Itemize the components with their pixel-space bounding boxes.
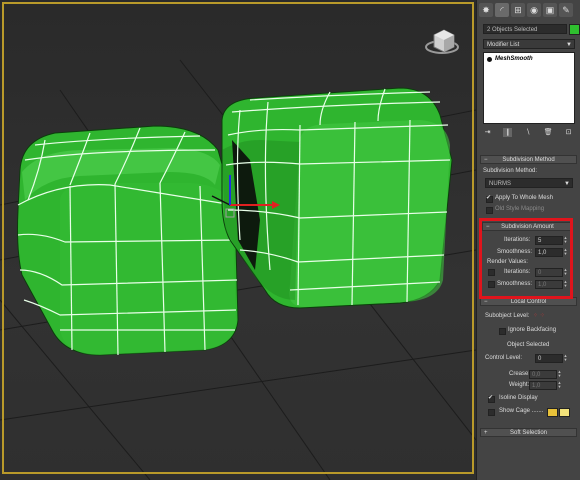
utilities-tab-icon[interactable]: ✎ <box>559 3 573 17</box>
control-level-value: 0 <box>538 356 542 362</box>
weight-spinner[interactable]: 1,0 ▲ ▼ <box>529 381 561 390</box>
rollout-subdivision-method[interactable]: − Subdivision Method <box>480 155 577 164</box>
stack-toolbar: ⇥ ❙ ∖ 🗑 ⊡ <box>483 127 573 137</box>
viewcube-icon[interactable] <box>425 29 459 54</box>
old-style-mapping-checkbox[interactable] <box>486 207 493 214</box>
show-cage-label: Show Cage ....... <box>499 408 544 414</box>
subobject-level-label: Subobject Level: <box>485 313 530 319</box>
rollout-title: Subdivision Method <box>502 157 555 163</box>
object-name-field[interactable]: 2 Objects Selected <box>483 24 567 34</box>
spinner-arrows-icon[interactable]: ▲ ▼ <box>557 381 562 390</box>
rollout-soft-selection[interactable]: + Soft Selection <box>480 428 577 437</box>
modifier-list-dropdown[interactable]: Modifier List ▼ <box>483 39 575 49</box>
spinner-arrows-icon[interactable]: ▲ ▼ <box>557 370 562 379</box>
viewport-scene <box>0 29 476 480</box>
remove-modifier-icon[interactable]: 🗑 <box>544 128 553 137</box>
perspective-viewport[interactable] <box>0 0 477 480</box>
lightbulb-icon[interactable] <box>487 56 492 62</box>
render-smoothness-label: Smoothness: <box>497 281 533 287</box>
subdivision-method-select[interactable]: NURMS ▼ <box>485 178 573 188</box>
subobject-level-buttons[interactable]: ⁘ ⁘ <box>533 312 545 319</box>
object-color-swatch[interactable] <box>569 24 580 35</box>
old-style-mapping-label: Old Style Mapping <box>495 206 545 212</box>
render-iterations-checkbox[interactable] <box>488 269 495 276</box>
smoothness-spinner[interactable]: 1,0 ▲ ▼ <box>535 248 567 257</box>
ignore-backfacing-checkbox[interactable] <box>499 328 506 335</box>
object-selected-status: Object Selected <box>507 342 550 348</box>
modifier-stack[interactable]: MeshSmooth <box>483 52 575 124</box>
render-smoothness-checkbox[interactable] <box>488 281 495 288</box>
show-cage-checkbox[interactable] <box>488 409 495 416</box>
crease-value: 0,0 <box>532 372 541 378</box>
modify-tab-icon[interactable]: ◜ <box>495 3 509 17</box>
ignore-backfacing-label: Ignore Backfacing <box>508 327 557 333</box>
spinner-arrows-icon[interactable]: ▲ ▼ <box>563 280 568 289</box>
weight-value: 1,0 <box>532 383 541 389</box>
weight-label: Weight: <box>509 382 530 388</box>
modifier-list-label: Modifier List <box>487 42 520 48</box>
command-panel-tabs: ✸ ◜ ⊞ ◉ ▣ ✎ <box>479 3 579 19</box>
subdivision-method-label: Subdivision Method: <box>483 168 538 174</box>
control-level-label: Control Level: <box>485 355 523 361</box>
rollout-subdivision-amount[interactable]: − Subdivision Amount <box>482 222 573 231</box>
crease-label: Crease: <box>509 371 531 377</box>
make-unique-icon[interactable]: ∖ <box>524 128 533 137</box>
cage-color-swatch-1[interactable] <box>547 408 558 417</box>
rollout-title: Local Control <box>510 299 547 305</box>
iterations-label: Iterations: <box>504 237 531 243</box>
isoline-display-checkbox[interactable] <box>488 394 495 403</box>
show-end-result-icon[interactable]: ❙ <box>503 127 513 137</box>
render-values-label: Render Values: <box>487 259 528 265</box>
render-smoothness-value: 1,0 <box>538 282 547 288</box>
chevron-down-icon: ▼ <box>564 181 570 187</box>
render-iterations-value: 0 <box>538 270 542 276</box>
spinner-arrows-icon[interactable]: ▲ ▼ <box>563 268 568 277</box>
command-panel: ✸ ◜ ⊞ ◉ ▣ ✎ 2 Objects Selected Modifier … <box>477 0 580 480</box>
stack-item-meshsmooth[interactable]: MeshSmooth <box>487 56 533 62</box>
smoothness-label: Smoothness: <box>497 249 533 255</box>
render-smoothness-spinner[interactable]: 1,0 ▲ ▼ <box>535 280 567 289</box>
apply-whole-mesh-label: Apply To Whole Mesh <box>495 195 553 201</box>
smoothness-value: 1,0 <box>538 250 547 256</box>
control-level-spinner[interactable]: 0 ▲ ▼ <box>535 354 567 363</box>
render-iterations-label: Iterations: <box>504 269 531 275</box>
motion-tab-icon[interactable]: ◉ <box>527 3 541 17</box>
right-smoothed-box[interactable] <box>221 87 453 309</box>
subdivision-method-value: NURMS <box>489 181 511 187</box>
crease-spinner[interactable]: 0,0 ▲ ▼ <box>529 370 561 379</box>
display-tab-icon[interactable]: ▣ <box>543 3 557 17</box>
render-iterations-spinner[interactable]: 0 ▲ ▼ <box>535 268 567 277</box>
spinner-arrows-icon[interactable]: ▲ ▼ <box>563 248 568 257</box>
iterations-value: 5 <box>538 238 542 244</box>
isoline-display-label: Isoline Display <box>499 395 538 401</box>
cage-color-swatch-2[interactable] <box>559 408 570 417</box>
apply-whole-mesh-checkbox[interactable] <box>486 194 493 203</box>
rollout-title: Soft Selection <box>509 430 548 436</box>
create-tab-icon[interactable]: ✸ <box>479 3 493 17</box>
spinner-arrows-icon[interactable]: ▲ ▼ <box>563 354 568 363</box>
chevron-down-icon: ▼ <box>566 42 572 48</box>
configure-sets-icon[interactable]: ⊡ <box>564 128 573 137</box>
pin-stack-icon[interactable]: ⇥ <box>483 128 492 137</box>
left-smoothed-box[interactable] <box>17 125 239 356</box>
spinner-arrows-icon[interactable]: ▲ ▼ <box>563 236 568 245</box>
rollout-local-control[interactable]: − Local Control <box>480 297 577 306</box>
rollout-title: Subdivision Amount <box>501 224 554 230</box>
stack-item-label: MeshSmooth <box>495 56 533 62</box>
hierarchy-tab-icon[interactable]: ⊞ <box>511 3 525 17</box>
iterations-spinner[interactable]: 5 ▲ ▼ <box>535 236 567 245</box>
